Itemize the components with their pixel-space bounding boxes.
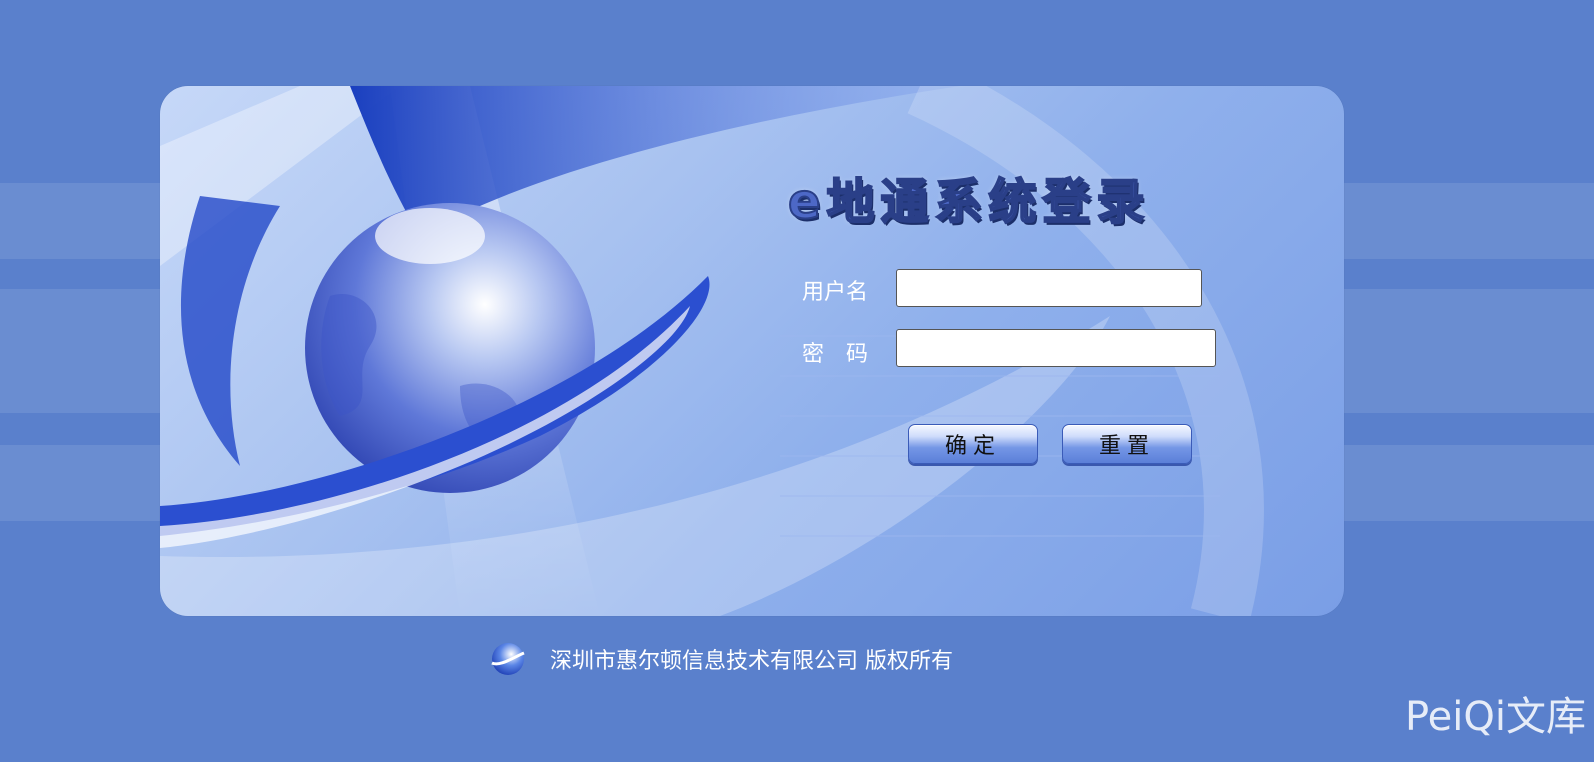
password-input[interactable] <box>896 329 1216 367</box>
password-label: 密 码 <box>802 342 869 367</box>
system-title: e地通系统登录 <box>787 173 1151 231</box>
reset-button[interactable]: 重置 <box>1062 424 1192 464</box>
username-label: 用户名 <box>802 280 869 305</box>
company-logo-icon <box>491 643 525 675</box>
username-input[interactable] <box>896 269 1202 307</box>
login-page: e地通系统登录 用户名 密 码 确定 重置 深圳市惠尔顿信息技术有限公司 版权所… <box>0 0 1594 762</box>
submit-button[interactable]: 确定 <box>908 424 1038 464</box>
watermark-text: PeiQi文库 <box>1404 694 1586 740</box>
footer: 深圳市惠尔顿信息技术有限公司 版权所有 <box>490 642 953 676</box>
copyright-text: 深圳市惠尔顿信息技术有限公司 版权所有 <box>550 649 953 674</box>
